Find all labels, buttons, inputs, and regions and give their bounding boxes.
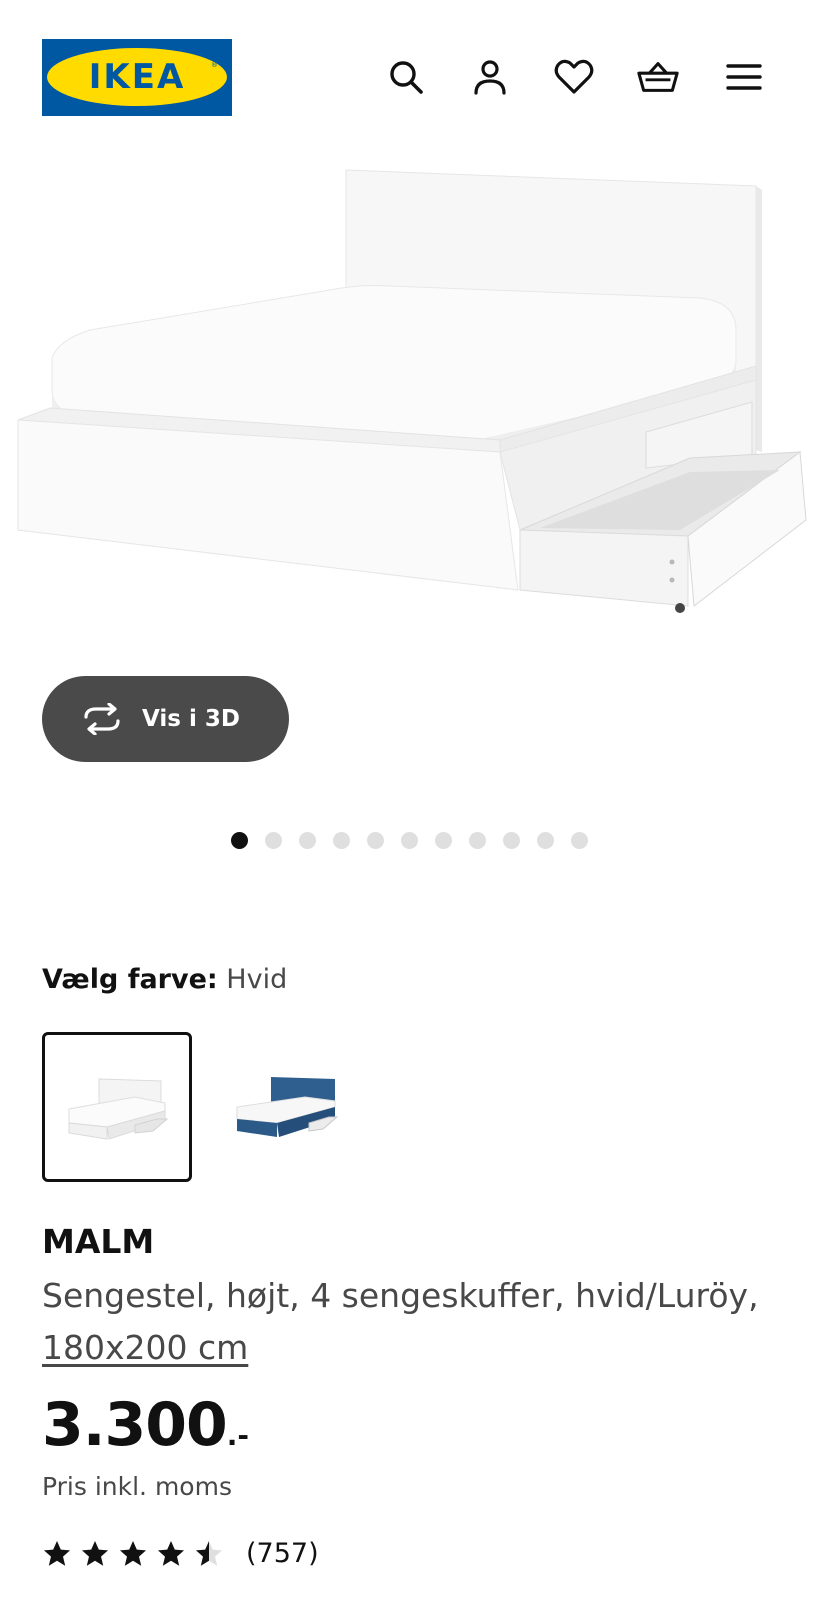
heart-icon[interactable]: [552, 55, 596, 99]
logo-text: IKEA: [88, 57, 186, 97]
carousel-dot[interactable]: [503, 831, 520, 849]
review-count: (757): [246, 1538, 319, 1569]
carousel-dot[interactable]: [333, 831, 350, 849]
carousel-dot[interactable]: [469, 831, 486, 849]
rotate-icon: [80, 703, 124, 735]
carousel-dot[interactable]: [537, 831, 554, 849]
product-name: MALM: [42, 1222, 155, 1261]
star-icon: [196, 1540, 222, 1566]
product-price: 3.300.-: [42, 1390, 249, 1460]
price-suffix: .-: [226, 1419, 250, 1452]
star-icon: [44, 1540, 70, 1566]
view-in-3d-button[interactable]: Vis i 3D: [42, 676, 289, 762]
registered-mark: ®: [211, 61, 218, 69]
product-description: Sengestel, højt, 4 sengeskuffer, hvid/Lu…: [42, 1270, 782, 1374]
menu-icon[interactable]: [722, 55, 766, 99]
star-icon: [158, 1540, 184, 1566]
carousel-dot[interactable]: [401, 831, 418, 849]
carousel-dot[interactable]: [265, 831, 282, 849]
header: IKEA ®: [0, 0, 820, 140]
color-swatch-blue[interactable]: [210, 1032, 360, 1182]
star-icon: [120, 1540, 146, 1566]
price-amount: 3.300: [42, 1390, 228, 1460]
color-selector-label: Vælg farve: Hvid: [42, 964, 287, 995]
carousel-dot[interactable]: [231, 831, 248, 849]
product-image[interactable]: [0, 160, 820, 630]
carousel-dot[interactable]: [299, 831, 316, 849]
carousel-dot[interactable]: [435, 831, 452, 849]
carousel-dot[interactable]: [571, 831, 588, 849]
product-rating[interactable]: (757): [42, 1538, 319, 1569]
carousel-dot[interactable]: [367, 831, 384, 849]
color-value: Hvid: [226, 964, 288, 995]
carousel-dots: [231, 830, 588, 850]
product-description-text: Sengestel, højt, 4 sengeskuffer, hvid/Lu…: [42, 1276, 759, 1315]
search-icon[interactable]: [384, 55, 428, 99]
price-note: Pris inkl. moms: [42, 1472, 232, 1501]
rating-stars: [42, 1539, 224, 1569]
basket-icon[interactable]: [636, 55, 680, 99]
account-icon[interactable]: [468, 55, 512, 99]
product-size-link[interactable]: 180x200 cm: [42, 1328, 248, 1367]
ikea-logo[interactable]: IKEA ®: [42, 39, 232, 116]
view-in-3d-label: Vis i 3D: [142, 706, 240, 732]
star-icon: [82, 1540, 108, 1566]
color-swatch-white[interactable]: [42, 1032, 192, 1182]
color-label: Vælg farve:: [42, 964, 218, 995]
